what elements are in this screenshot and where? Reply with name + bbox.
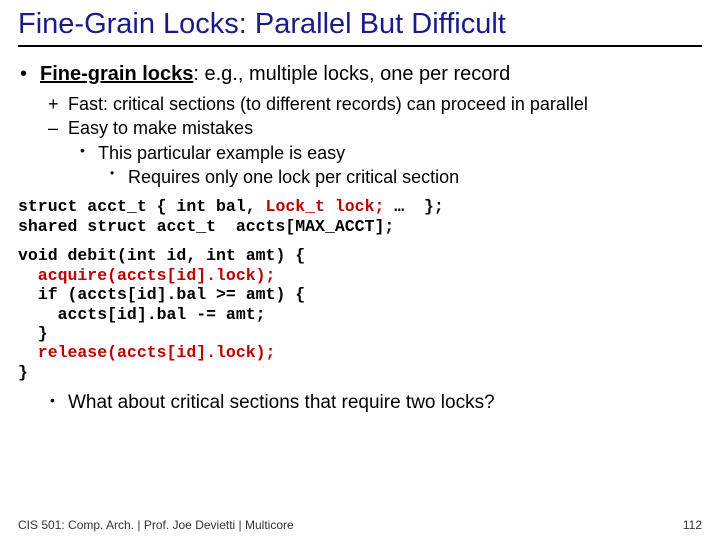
code-line: } — [18, 363, 28, 382]
sub-list-3: Requires only one lock per critical sect… — [98, 165, 702, 189]
sub-plus: Fast: critical sections (to different re… — [68, 92, 702, 116]
sub-minus-text: Easy to make mistakes — [68, 118, 253, 138]
sub-list-2: This particular example is easy Requires… — [68, 141, 702, 190]
code-block-func: void debit(int id, int amt) { acquire(ac… — [18, 246, 702, 382]
footer-page-number: 112 — [683, 518, 702, 532]
sub2-text: This particular example is easy — [98, 143, 345, 163]
slide-title: Fine-Grain Locks: Parallel But Difficult — [18, 8, 702, 47]
bullet-main-rest: : e.g., multiple locks, one per record — [193, 63, 510, 85]
sub-list-1: Fast: critical sections (to different re… — [40, 92, 702, 189]
code-text: … }; — [384, 197, 443, 216]
sub2-item: This particular example is easy Requires… — [98, 141, 702, 190]
bullet-main-term: Fine-grain locks — [40, 63, 193, 85]
slide: Fine-Grain Locks: Parallel But Difficult… — [0, 0, 720, 540]
bullet-list: Fine-grain locks: e.g., multiple locks, … — [18, 61, 702, 189]
sub-minus: Easy to make mistakes This particular ex… — [68, 116, 702, 189]
sub3-item: Requires only one lock per critical sect… — [128, 165, 702, 189]
code-text: shared struct acct_t accts[MAX_ACCT]; — [18, 217, 394, 236]
code-line: } — [18, 324, 48, 343]
code-text: struct acct_t { int bal, — [18, 197, 266, 216]
code-line-red: acquire(accts[id].lock); — [18, 266, 275, 285]
footer-left: CIS 501: Comp. Arch. | Prof. Joe Deviett… — [18, 518, 294, 532]
code-block-struct: struct acct_t { int bal, Lock_t lock; … … — [18, 197, 702, 236]
bullet-main: Fine-grain locks: e.g., multiple locks, … — [40, 61, 702, 189]
code-line: void debit(int id, int amt) { — [18, 246, 305, 265]
footer: CIS 501: Comp. Arch. | Prof. Joe Deviett… — [18, 518, 702, 532]
closing-item: What about critical sections that requir… — [68, 392, 702, 414]
code-text-red: Lock_t lock; — [266, 197, 385, 216]
code-line-red: release(accts[id].lock); — [18, 343, 275, 362]
code-line: if (accts[id].bal >= amt) { — [18, 285, 305, 304]
code-line: accts[id].bal -= amt; — [18, 305, 266, 324]
closing-list: What about critical sections that requir… — [18, 392, 702, 414]
